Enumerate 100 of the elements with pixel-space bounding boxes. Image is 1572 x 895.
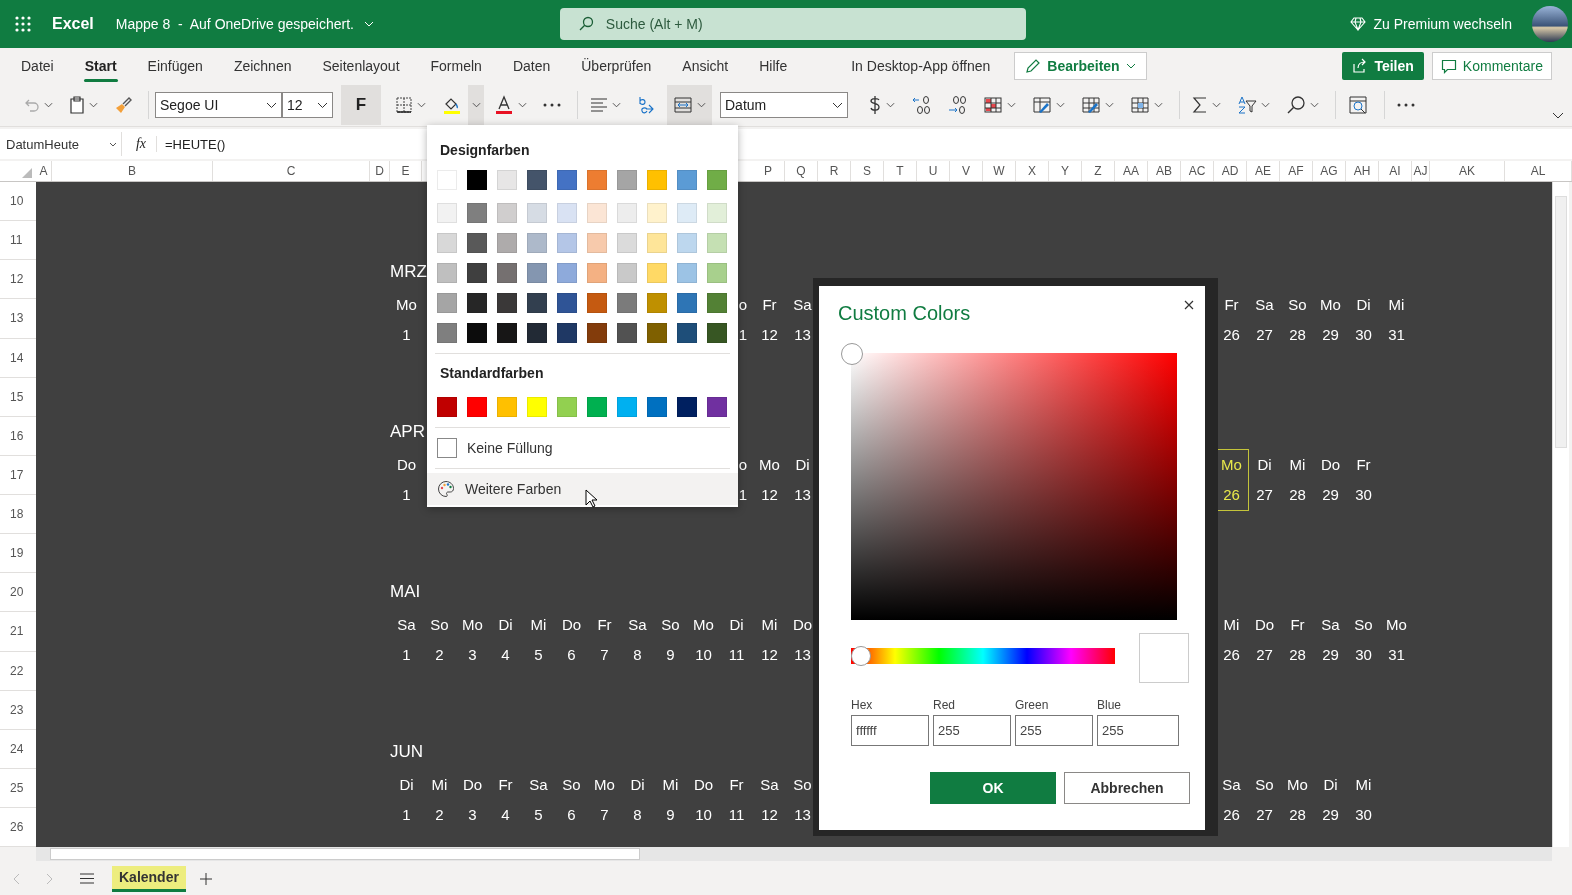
column-header[interactable]: AC [1181, 161, 1214, 181]
color-swatch[interactable] [587, 233, 607, 253]
color-swatch[interactable] [647, 233, 667, 253]
color-swatch[interactable] [527, 263, 547, 283]
column-header[interactable]: X [1016, 161, 1049, 181]
color-swatch[interactable] [707, 170, 727, 190]
color-swatch[interactable] [647, 323, 667, 343]
column-header[interactable]: R [818, 161, 851, 181]
ribbon-tab[interactable]: Zeichnen [226, 48, 307, 84]
color-swatch[interactable] [677, 323, 697, 343]
font-select[interactable]: Segoe UI [155, 92, 282, 118]
color-swatch[interactable] [557, 203, 577, 223]
color-swatch[interactable] [677, 233, 697, 253]
color-swatch[interactable] [497, 323, 517, 343]
fill-color-dropdown[interactable] [468, 85, 484, 125]
collapse-ribbon-icon[interactable] [1552, 111, 1564, 119]
color-swatch[interactable] [617, 203, 637, 223]
color-swatch[interactable] [677, 170, 697, 190]
color-swatch[interactable] [677, 203, 697, 223]
more-colors-option[interactable]: Weitere Farben [427, 473, 738, 505]
horizontal-scrollbar[interactable] [36, 847, 1552, 861]
ribbon-tab[interactable]: Seitenlayout [315, 48, 415, 84]
ribbon-tab[interactable]: Datei [14, 48, 69, 84]
color-swatch[interactable] [527, 397, 547, 417]
column-header[interactable]: AH [1346, 161, 1379, 181]
column-header[interactable]: AG [1313, 161, 1346, 181]
color-swatch[interactable] [467, 233, 487, 253]
color-swatch[interactable] [707, 263, 727, 283]
color-swatch[interactable] [527, 293, 547, 313]
color-swatch[interactable] [677, 397, 697, 417]
color-swatch[interactable] [497, 170, 517, 190]
color-swatch[interactable] [707, 293, 727, 313]
menu-icon[interactable] [80, 873, 94, 884]
color-swatch[interactable] [647, 170, 667, 190]
color-swatch[interactable] [467, 203, 487, 223]
color-swatch[interactable] [617, 397, 637, 417]
color-swatch[interactable] [497, 233, 517, 253]
color-swatch[interactable] [587, 203, 607, 223]
color-swatch[interactable] [557, 233, 577, 253]
column-header[interactable]: AD [1214, 161, 1247, 181]
name-box[interactable]: DatumHeute [4, 132, 122, 156]
column-header[interactable]: E [390, 161, 422, 181]
column-header[interactable]: A [36, 161, 52, 181]
color-swatch[interactable] [467, 170, 487, 190]
edit-mode-button[interactable]: Bearbeiten [1014, 52, 1147, 80]
avatar[interactable] [1532, 6, 1568, 42]
color-swatch[interactable] [497, 263, 517, 283]
add-sheet-icon[interactable] [199, 872, 212, 885]
column-header[interactable]: D [370, 161, 390, 181]
open-desktop-link[interactable]: In Desktop-App öffnen [851, 58, 991, 74]
ribbon-tab[interactable]: Formeln [423, 48, 497, 84]
color-swatch[interactable] [557, 397, 577, 417]
column-header[interactable]: AL [1505, 161, 1572, 181]
color-swatch[interactable] [437, 263, 457, 283]
column-header[interactable]: B [52, 161, 213, 181]
merge-center-button[interactable] [667, 85, 712, 125]
ribbon-tab[interactable]: Daten [505, 48, 566, 84]
color-swatch[interactable] [467, 323, 487, 343]
color-swatch[interactable] [527, 170, 547, 190]
select-all-icon[interactable] [22, 168, 32, 178]
color-swatch[interactable] [497, 397, 517, 417]
color-swatch[interactable] [587, 397, 607, 417]
app-launcher-icon[interactable] [14, 15, 32, 33]
column-header[interactable]: AE [1247, 161, 1280, 181]
hue-slider[interactable] [851, 646, 1115, 666]
color-swatch[interactable] [557, 293, 577, 313]
input-field[interactable]: ffffff [851, 715, 929, 746]
color-swatch[interactable] [707, 203, 727, 223]
input-field[interactable]: 255 [1015, 715, 1093, 746]
slider-thumb[interactable] [851, 646, 871, 666]
color-swatch[interactable] [587, 293, 607, 313]
ok-button[interactable]: OK [930, 772, 1056, 804]
color-swatch[interactable] [707, 323, 727, 343]
sheet-tab[interactable]: Kalender [112, 865, 186, 892]
color-swatch[interactable] [587, 263, 607, 283]
color-swatch[interactable] [707, 233, 727, 253]
column-header[interactable]: P [752, 161, 785, 181]
color-swatch[interactable] [587, 323, 607, 343]
color-swatch[interactable] [617, 170, 637, 190]
color-swatch[interactable] [617, 263, 637, 283]
color-swatch[interactable] [437, 233, 457, 253]
chevron-right-icon[interactable] [46, 872, 54, 885]
color-swatch[interactable] [437, 323, 457, 343]
column-header[interactable]: AB [1148, 161, 1181, 181]
color-swatch[interactable] [617, 233, 637, 253]
column-header[interactable]: U [917, 161, 950, 181]
number-format-select[interactable]: Datum [720, 92, 848, 118]
ribbon-tab[interactable]: Einfügen [140, 48, 218, 84]
column-header[interactable]: V [950, 161, 983, 181]
share-button[interactable]: Teilen [1342, 52, 1424, 80]
color-swatch[interactable] [617, 293, 637, 313]
column-header[interactable]: S [851, 161, 884, 181]
color-swatch[interactable] [527, 203, 547, 223]
ribbon-tab[interactable]: Ansicht [675, 48, 744, 84]
color-swatch[interactable] [497, 203, 517, 223]
formula-field[interactable]: =HEUTE() [161, 137, 226, 152]
color-swatch[interactable] [587, 170, 607, 190]
comments-button[interactable]: Kommentare [1431, 52, 1552, 80]
column-header[interactable]: AJ [1412, 161, 1430, 181]
font-size-select[interactable]: 12 [282, 92, 333, 118]
